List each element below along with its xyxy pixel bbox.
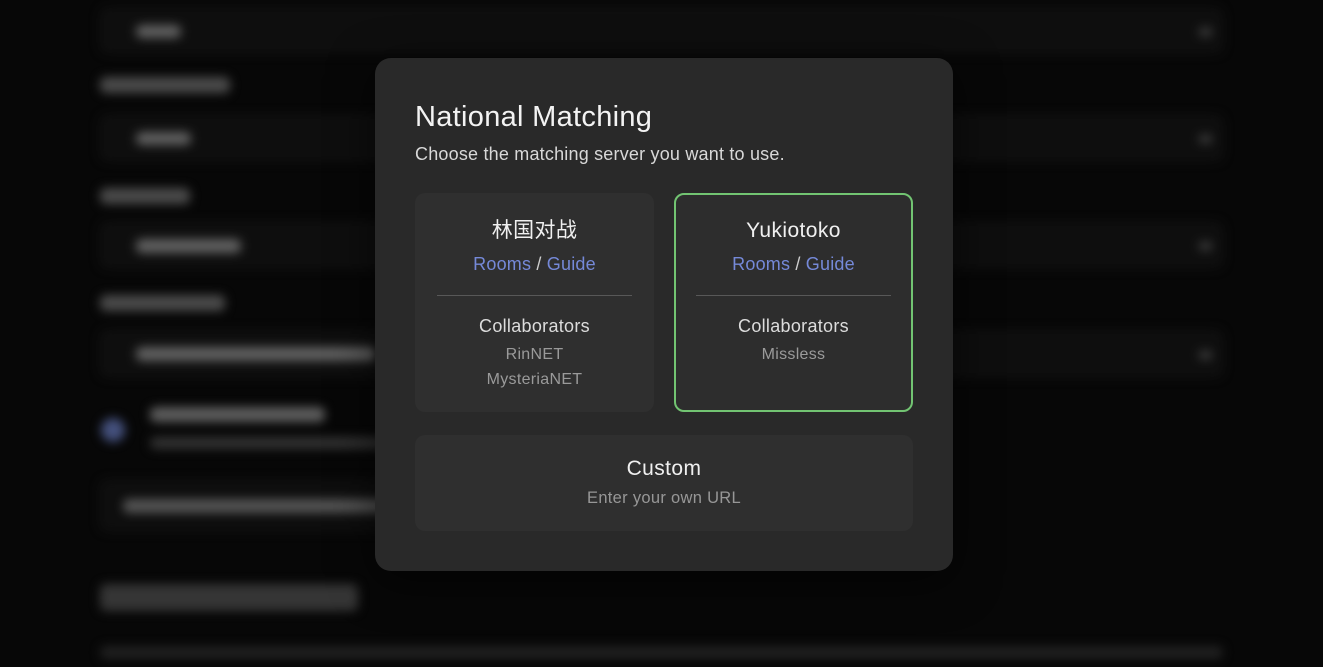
server-card-yukiotoko[interactable]: Yukiotoko Rooms / Guide Collaborators Mi… <box>674 193 913 412</box>
card-divider <box>696 295 891 296</box>
collaborators-label: Collaborators <box>676 314 911 338</box>
server-card-linguo[interactable]: 林国对战 Rooms / Guide Collaborators RinNET … <box>415 193 654 412</box>
server-links: Rooms / Guide <box>676 252 911 276</box>
rooms-link[interactable]: Rooms <box>732 254 790 274</box>
link-separator: / <box>795 254 800 274</box>
link-separator: / <box>536 254 541 274</box>
server-options-row: 林国对战 Rooms / Guide Collaborators RinNET … <box>415 193 913 412</box>
collaborator-name: MysteriaNET <box>417 369 652 390</box>
custom-server-card[interactable]: Custom Enter your own URL <box>415 435 913 531</box>
rooms-link[interactable]: Rooms <box>473 254 531 274</box>
custom-card-subtitle: Enter your own URL <box>587 489 741 508</box>
server-name: 林国对战 <box>417 218 652 244</box>
dialog-subtitle: Choose the matching server you want to u… <box>415 144 913 165</box>
guide-link[interactable]: Guide <box>806 254 855 274</box>
collaborator-name: RinNET <box>417 344 652 365</box>
dialog-title: National Matching <box>415 102 913 134</box>
server-links: Rooms / Guide <box>417 252 652 276</box>
custom-card-title: Custom <box>627 457 702 481</box>
card-divider <box>437 295 632 296</box>
collaborators-label: Collaborators <box>417 314 652 338</box>
collaborator-name: Missless <box>676 344 911 365</box>
guide-link[interactable]: Guide <box>547 254 596 274</box>
server-name: Yukiotoko <box>676 218 911 244</box>
national-matching-dialog: National Matching Choose the matching se… <box>375 58 953 571</box>
